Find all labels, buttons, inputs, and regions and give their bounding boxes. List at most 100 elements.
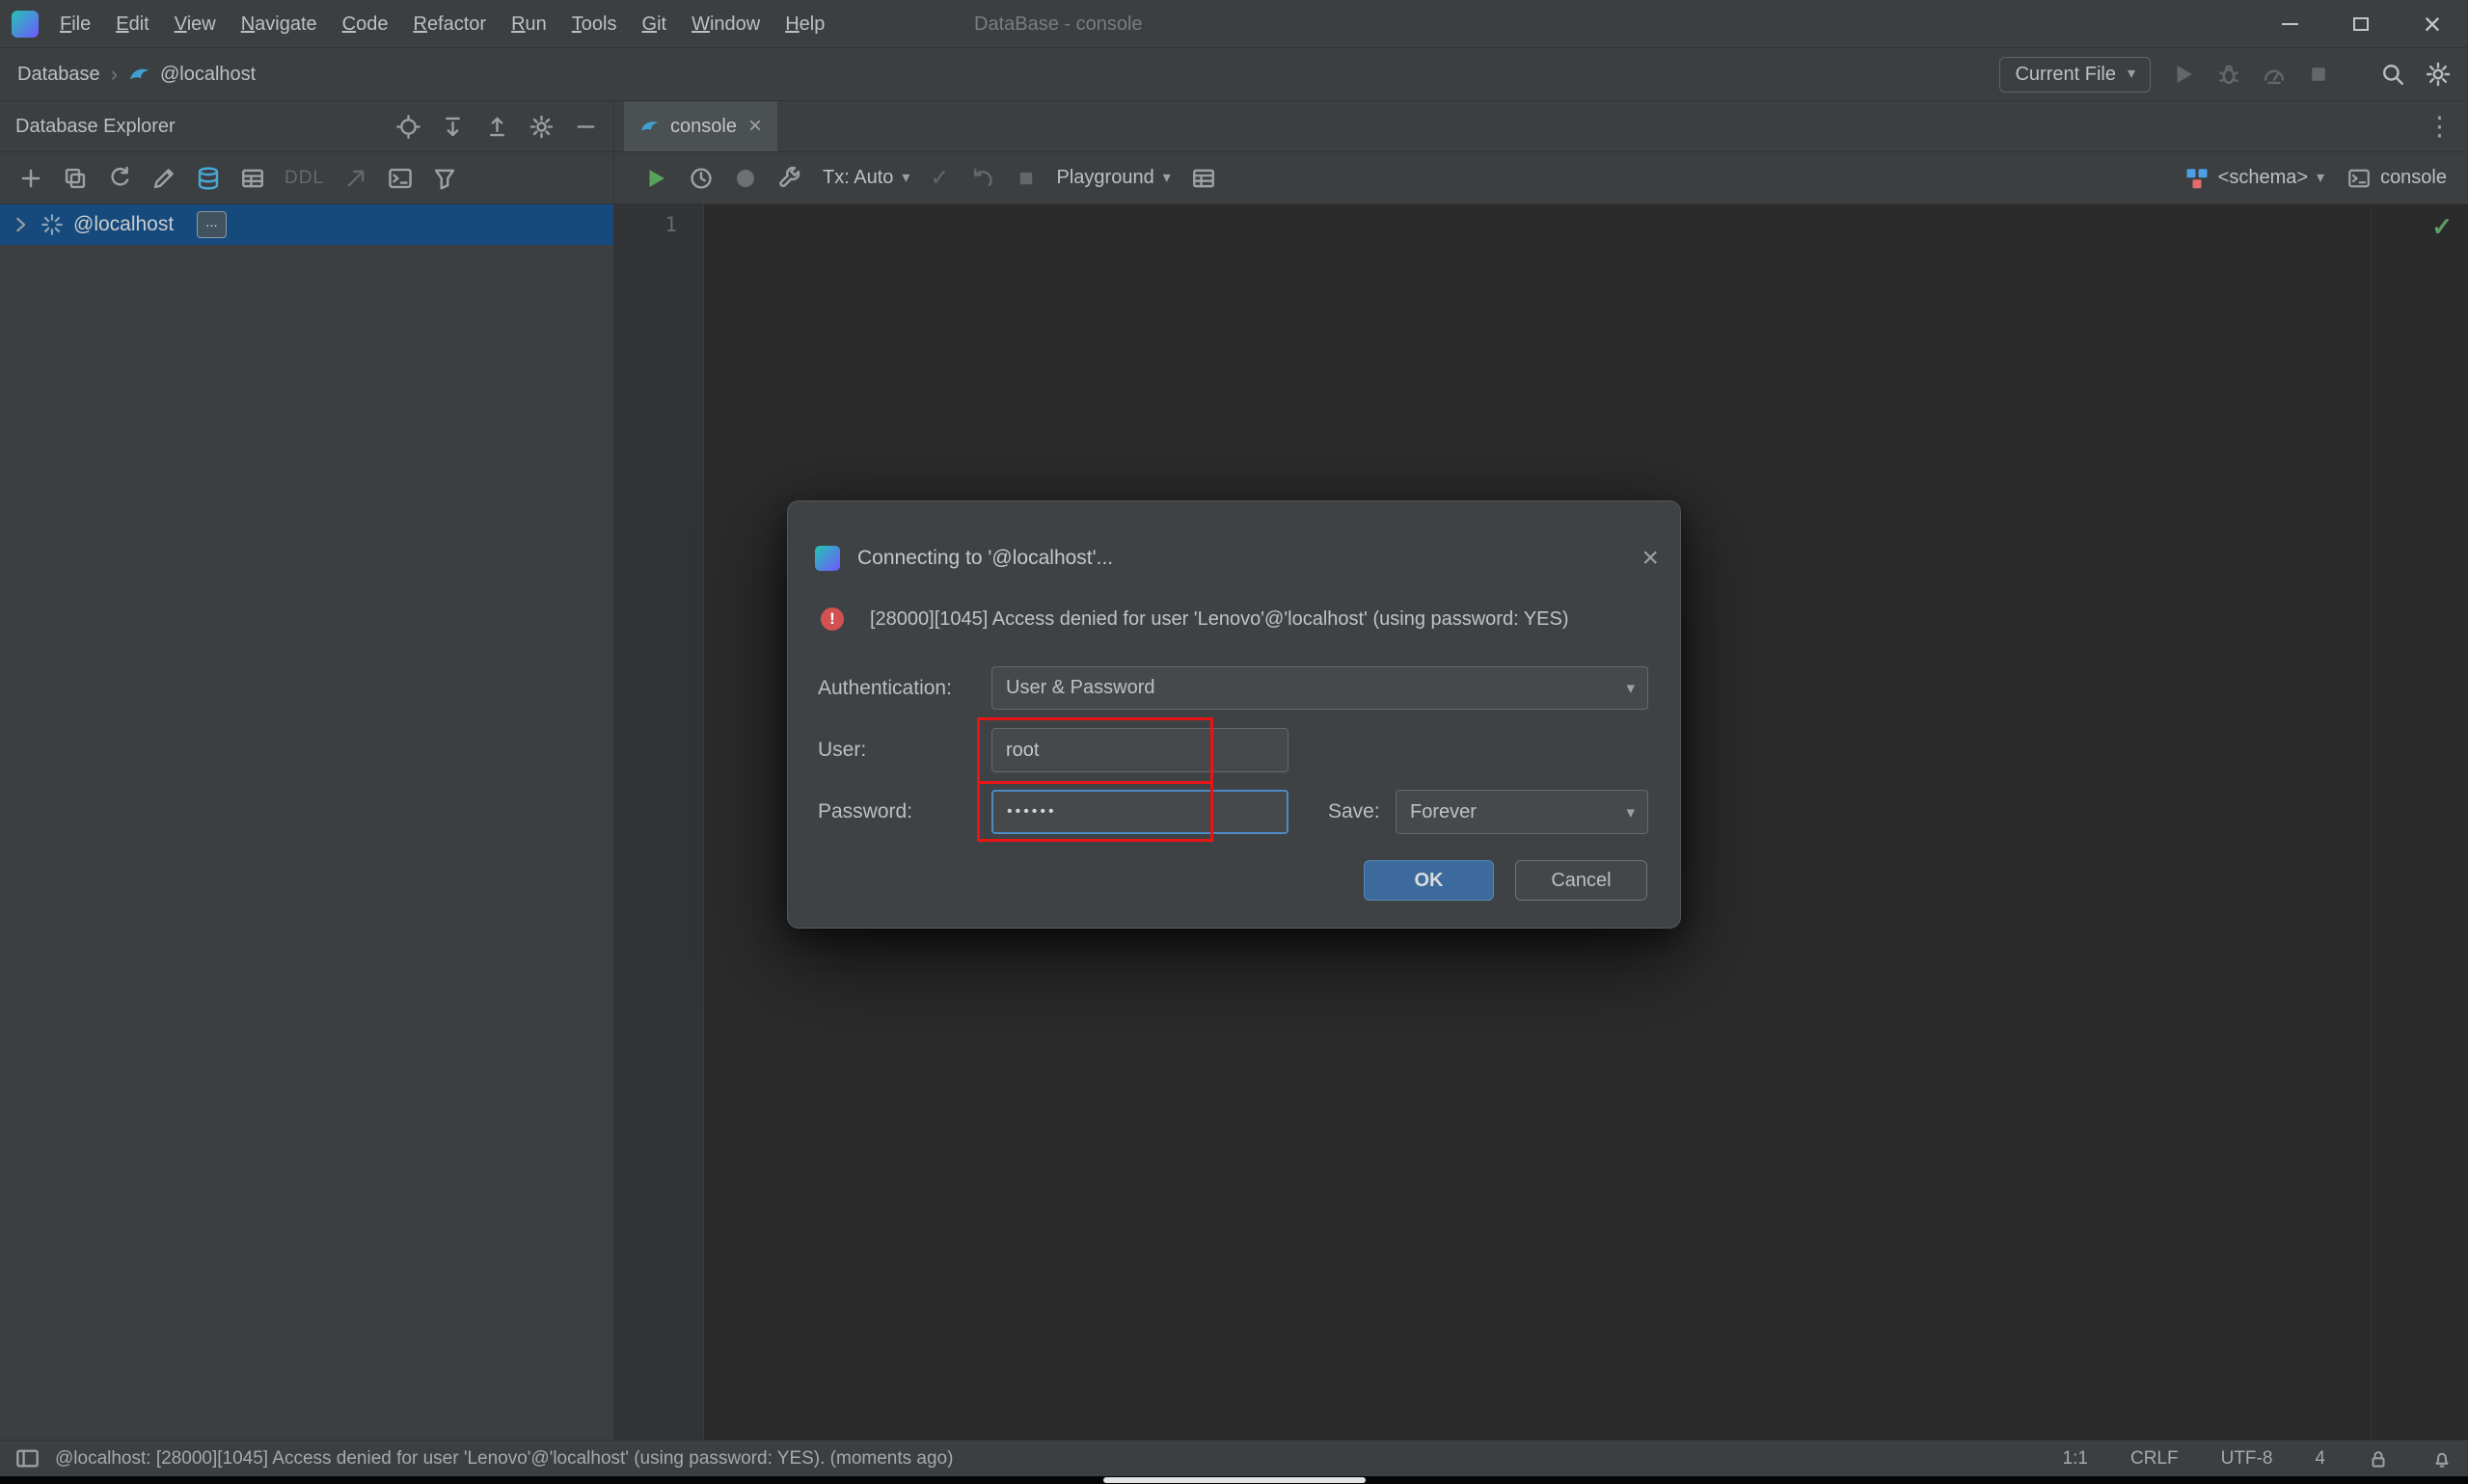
expand-all-icon[interactable] <box>441 115 465 139</box>
authentication-value: User & Password <box>1006 677 1155 699</box>
chevron-down-icon: ▾ <box>902 171 909 186</box>
breadcrumb-database[interactable]: Database <box>17 64 100 86</box>
collapse-all-icon[interactable] <box>485 115 509 139</box>
dialog-titlebar: Connecting to '@localhost'... × <box>815 536 1659 580</box>
taskbar-pill <box>1103 1477 1366 1483</box>
settings-gear-icon[interactable] <box>2426 62 2451 87</box>
schema-selector[interactable]: <schema> ▾ <box>2218 167 2324 189</box>
ok-button[interactable]: OK <box>1364 860 1494 901</box>
menu-run[interactable]: Run <box>500 1 558 47</box>
chevron-down-icon: ▾ <box>1626 680 1635 696</box>
dialog-close-icon[interactable]: × <box>1641 544 1659 573</box>
right-margin-guide <box>2371 204 2372 1440</box>
view-as-table-icon[interactable] <box>1191 166 1216 191</box>
status-message[interactable]: @localhost: [28000][1045] Access denied … <box>55 1448 953 1470</box>
add-datasource-icon[interactable] <box>18 166 43 191</box>
menu-tools[interactable]: Tools <box>560 1 629 47</box>
menu-code[interactable]: Code <box>331 1 400 47</box>
select-opened-item-icon[interactable] <box>396 115 420 139</box>
dialog-app-icon <box>815 546 840 571</box>
menu-window[interactable]: Window <box>680 1 772 47</box>
window-title: DataBase - console <box>974 0 1143 48</box>
tab-console[interactable]: console × <box>624 101 777 151</box>
indent-widget[interactable]: 4 <box>2315 1448 2325 1470</box>
authentication-select[interactable]: User & Password ▾ <box>991 666 1648 710</box>
tab-close-icon[interactable]: × <box>748 115 762 138</box>
console-session-label: console <box>2380 167 2447 189</box>
duplicate-icon[interactable] <box>63 166 88 191</box>
ddl-label[interactable]: DDL <box>285 168 324 189</box>
caret-position-widget[interactable]: 1:1 <box>2063 1448 2088 1470</box>
query-history-icon[interactable] <box>689 166 714 191</box>
encoding-widget[interactable]: UTF-8 <box>2221 1448 2273 1470</box>
maximize-icon <box>2353 17 2369 31</box>
menu-help[interactable]: Help <box>773 1 836 47</box>
execute-icon[interactable] <box>643 166 668 191</box>
run-icon[interactable] <box>2171 62 2196 87</box>
tx-mode-selector[interactable]: Tx: Auto ▾ <box>823 167 909 189</box>
more-options-icon[interactable]: ⋮ <box>2427 112 2453 142</box>
notifications-bell-icon[interactable] <box>2431 1448 2453 1470</box>
tool-window-layout-icon[interactable] <box>15 1446 40 1471</box>
save-select[interactable]: Forever ▾ <box>1396 790 1648 834</box>
run-config-selector[interactable]: Current File ▾ <box>1999 57 2151 93</box>
edit-source-icon[interactable] <box>151 166 176 191</box>
password-input[interactable] <box>991 790 1288 834</box>
hide-panel-icon[interactable] <box>574 115 598 139</box>
jump-to-ddl-icon[interactable] <box>343 166 368 191</box>
user-input[interactable] <box>991 728 1288 772</box>
panel-settings-gear-icon[interactable] <box>529 115 554 139</box>
expand-chevron-icon[interactable] <box>10 214 31 235</box>
line-separator-widget[interactable]: CRLF <box>2130 1448 2179 1470</box>
menu-edit[interactable]: Edit <box>104 1 160 47</box>
stop-session-icon[interactable] <box>734 167 757 190</box>
search-icon[interactable] <box>2380 62 2405 87</box>
refresh-icon[interactable] <box>107 166 132 191</box>
menu-view[interactable]: View <box>163 1 228 47</box>
tab-label: console <box>670 116 737 138</box>
status-bar: @localhost: [28000][1045] Access denied … <box>0 1440 2468 1476</box>
settings-wrench-icon[interactable] <box>777 166 802 191</box>
cancel-query-icon[interactable] <box>1016 168 1037 189</box>
datasource-icon <box>128 63 151 86</box>
user-label: User: <box>818 728 866 772</box>
chevron-down-icon: ▾ <box>2317 171 2324 186</box>
main-menu: File Edit View Navigate Code Refactor Ru… <box>48 1 836 47</box>
menu-git[interactable]: Git <box>631 1 679 47</box>
inspection-ok-icon[interactable]: ✓ <box>2431 212 2453 242</box>
loading-spinner-icon <box>41 213 64 236</box>
commit-icon[interactable]: ✓ <box>930 164 949 192</box>
breadcrumb-localhost[interactable]: @localhost <box>160 64 256 86</box>
close-window-button[interactable]: × <box>2397 0 2468 47</box>
readonly-lock-icon[interactable] <box>2368 1448 2389 1470</box>
open-console-icon[interactable] <box>388 166 413 191</box>
chevron-down-icon: ▾ <box>2128 67 2135 82</box>
table-icon[interactable] <box>240 166 265 191</box>
minimize-button[interactable] <box>2254 0 2325 47</box>
menu-refactor[interactable]: Refactor <box>401 1 498 47</box>
menu-navigate[interactable]: Navigate <box>230 1 329 47</box>
stop-icon[interactable] <box>2307 63 2330 86</box>
tree-item-localhost[interactable]: @localhost ... <box>0 204 613 245</box>
run-config-label: Current File <box>2015 64 2115 86</box>
tree-item-badge[interactable]: ... <box>197 211 227 238</box>
database-explorer-panel: Database Explorer <box>0 101 614 1440</box>
connection-dialog: Connecting to '@localhost'... × ! [28000… <box>787 500 1681 929</box>
rollback-icon[interactable] <box>970 166 995 191</box>
debug-bug-icon[interactable] <box>2216 62 2241 87</box>
playground-selector[interactable]: Playground ▾ <box>1057 167 1171 189</box>
chevron-down-icon: ▾ <box>1163 171 1171 186</box>
console-toolbar: Tx: Auto ▾ ✓ Playground ▾ <box>614 152 2468 204</box>
chevron-down-icon: ▾ <box>1626 804 1635 821</box>
menu-file[interactable]: File <box>48 1 102 47</box>
schema-label: <schema> <box>2218 167 2308 189</box>
datasource-properties-icon[interactable] <box>196 166 221 191</box>
console-session-selector[interactable]: console <box>2380 167 2447 189</box>
schema-icon <box>2185 167 2209 190</box>
profiler-icon[interactable] <box>2262 62 2287 87</box>
maximize-button[interactable] <box>2325 0 2397 47</box>
filter-icon[interactable] <box>432 166 457 191</box>
line-number: 1 <box>664 213 677 236</box>
cancel-button[interactable]: Cancel <box>1515 860 1647 901</box>
save-value: Forever <box>1410 801 1477 823</box>
